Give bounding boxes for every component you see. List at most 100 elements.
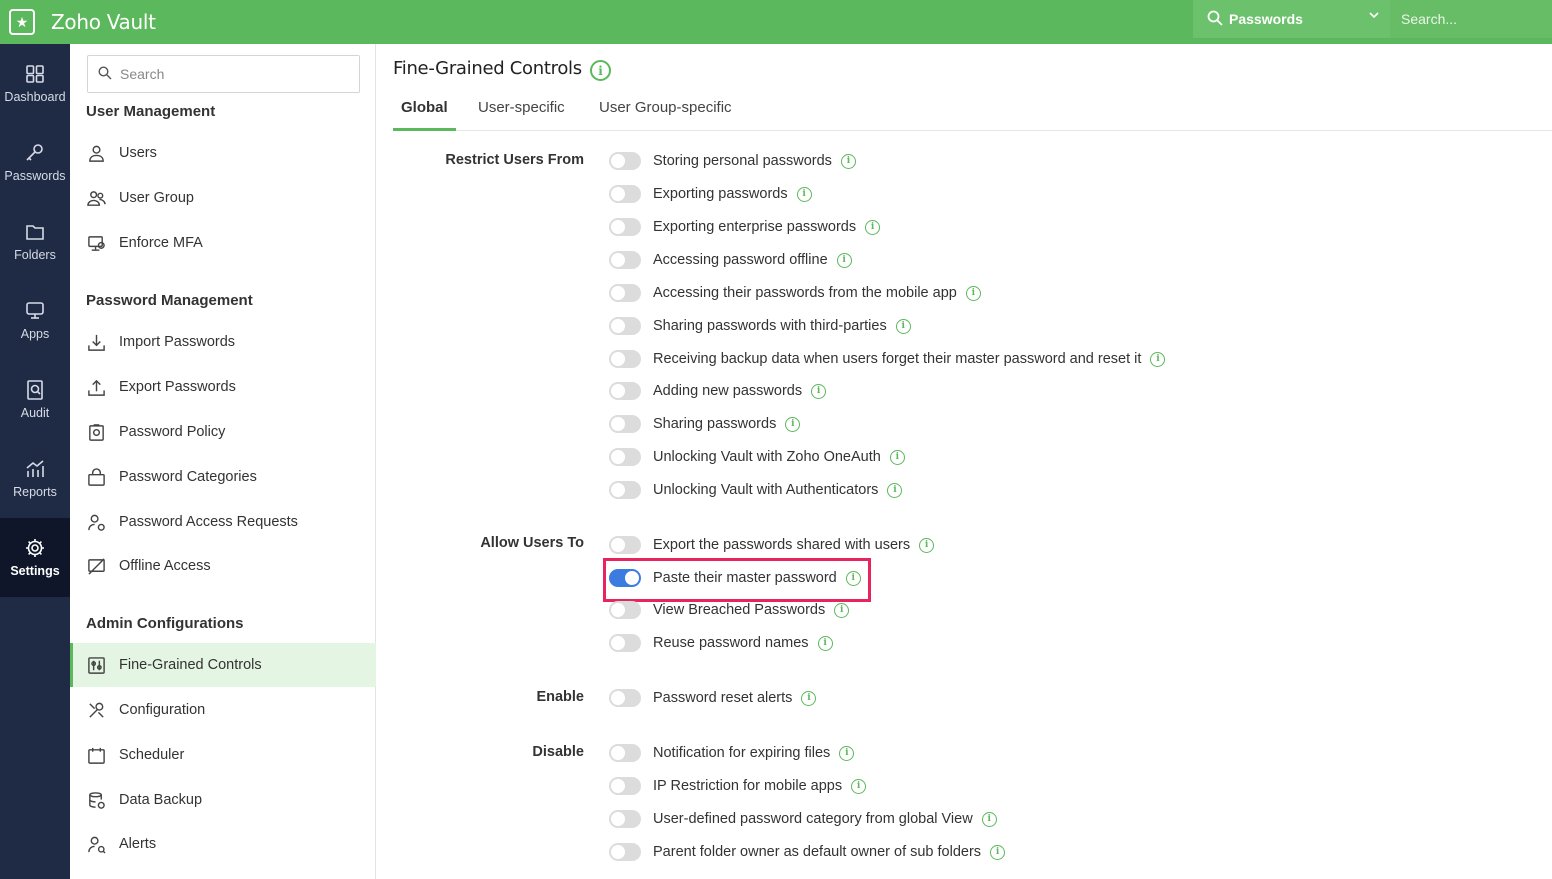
option-row: Password reset alerts i: [609, 687, 817, 709]
tab-global[interactable]: Global: [393, 99, 456, 131]
toggle-switch[interactable]: [609, 536, 641, 554]
page-title: Fine-Grained Controls: [393, 58, 582, 79]
toggle-switch[interactable]: [609, 448, 641, 466]
toggle-switch[interactable]: [609, 689, 641, 707]
search-scope-dropdown[interactable]: Passwords: [1193, 0, 1390, 38]
sidebar-item-enforce-mfa[interactable]: Enforce MFA: [70, 221, 376, 265]
rail-item-audit[interactable]: Audit: [0, 360, 70, 439]
info-icon[interactable]: i: [887, 482, 903, 498]
sidebar-item-offline-access[interactable]: Offline Access: [70, 544, 376, 588]
info-icon[interactable]: i: [811, 383, 827, 399]
sidebar-item-configuration[interactable]: Configuration: [70, 688, 376, 732]
sidebar-item-label: Data Backup: [119, 792, 203, 808]
sidebar-item-export-passwords[interactable]: Export Passwords: [70, 365, 376, 409]
option-row: Exporting enterprise passwords i: [609, 216, 881, 238]
sidebar-search-placeholder: Search: [120, 66, 165, 82]
toggle-switch[interactable]: [609, 415, 641, 433]
toggle-switch[interactable]: [609, 744, 641, 762]
toggle-switch[interactable]: [609, 843, 641, 861]
tab-user-group-specific[interactable]: User Group-specific: [599, 99, 732, 131]
user-icon: [86, 143, 106, 163]
info-icon[interactable]: i: [839, 745, 855, 761]
info-icon[interactable]: i: [590, 60, 611, 81]
sidebar-item-label: Password Access Requests: [119, 514, 298, 530]
option-row: Sharing passwords i: [609, 413, 801, 435]
info-icon[interactable]: i: [836, 252, 852, 268]
sidebar-item-label: Users: [119, 145, 157, 161]
option-label: Exporting enterprise passwords: [653, 219, 857, 235]
info-icon[interactable]: i: [1150, 351, 1166, 367]
sidebar-item-label: Enforce MFA: [119, 235, 203, 251]
info-icon[interactable]: i: [965, 285, 981, 301]
sidebar-item-label: Import Passwords: [119, 334, 236, 350]
option-row: Accessing their passwords from the mobil…: [609, 282, 981, 304]
option-row: Adding new passwords i: [609, 380, 827, 402]
rail-label: Audit: [20, 406, 50, 420]
section-heading-password-management: Password Management: [86, 292, 253, 309]
sidebar-item-label: Export Passwords: [119, 379, 236, 395]
toggle-switch[interactable]: [609, 481, 641, 499]
option-row: Export the passwords shared with users i: [609, 534, 935, 556]
info-icon[interactable]: i: [981, 811, 997, 827]
info-icon[interactable]: i: [834, 602, 850, 618]
rail-item-settings[interactable]: Settings: [0, 518, 70, 597]
option-label: Password reset alerts: [653, 690, 793, 706]
info-icon[interactable]: i: [895, 318, 911, 334]
rail-item-dashboard[interactable]: Dashboard: [0, 44, 70, 123]
toggle-switch[interactable]: [609, 777, 641, 795]
info-icon[interactable]: i: [919, 537, 935, 553]
info-icon[interactable]: i: [889, 449, 905, 465]
toggle-switch[interactable]: [609, 634, 641, 652]
sidebar-item-label: Password Categories: [119, 469, 257, 485]
sidebar-item-password-access-requests[interactable]: Password Access Requests: [70, 500, 376, 544]
toggle-switch[interactable]: [609, 284, 641, 302]
sidebar-item-import-passwords[interactable]: Import Passwords: [70, 320, 376, 364]
info-icon[interactable]: i: [801, 690, 817, 706]
option-row: Notification for expiring files i: [609, 742, 855, 764]
option-label: Notification for expiring files: [653, 745, 831, 761]
sidebar-item-scheduler[interactable]: Scheduler: [70, 733, 376, 777]
info-icon[interactable]: i: [851, 778, 867, 794]
info-icon[interactable]: i: [840, 153, 856, 169]
zoho-vault-logo-icon[interactable]: ★: [9, 9, 35, 35]
info-icon[interactable]: i: [990, 844, 1006, 860]
option-label: Reuse password names: [653, 635, 809, 651]
toggle-switch[interactable]: [609, 251, 641, 269]
rail-item-apps[interactable]: Apps: [0, 281, 70, 360]
info-icon[interactable]: i: [865, 219, 881, 235]
sidebar-item-fine-grained-controls[interactable]: Fine-Grained Controls: [70, 643, 376, 687]
info-icon[interactable]: i: [796, 186, 812, 202]
rail-item-passwords[interactable]: Passwords: [0, 123, 70, 202]
toggle-switch[interactable]: [609, 218, 641, 236]
sidebar-item-user-group[interactable]: User Group: [70, 176, 376, 220]
info-icon[interactable]: i: [785, 416, 801, 432]
group-label-restrict-users-from: Restrict Users From: [445, 152, 584, 168]
option-label: Sharing passwords: [653, 416, 777, 432]
toggle-switch[interactable]: [609, 810, 641, 828]
toggle-switch[interactable]: [609, 152, 641, 170]
info-icon[interactable]: i: [817, 635, 833, 651]
rail-item-folders[interactable]: Folders: [0, 202, 70, 281]
option-label: Storing personal passwords: [653, 153, 832, 169]
toggle-switch[interactable]: [609, 601, 641, 619]
option-label: IP Restriction for mobile apps: [653, 778, 843, 794]
toggle-switch[interactable]: [609, 185, 641, 203]
user-alert-icon: [86, 834, 106, 854]
rail-item-reports[interactable]: Reports: [0, 439, 70, 518]
option-label: Export the passwords shared with users: [653, 537, 911, 553]
tab-user-specific[interactable]: User-specific: [478, 99, 565, 131]
sidebar-item-password-categories[interactable]: Password Categories: [70, 455, 376, 499]
toggle-switch[interactable]: [609, 350, 641, 368]
sidebar-search-input[interactable]: Search: [87, 55, 360, 93]
sidebar-item-alerts[interactable]: Alerts: [70, 822, 376, 866]
sidebar-item-users[interactable]: Users: [70, 131, 376, 175]
option-label: Unlocking Vault with Authenticators: [653, 482, 879, 498]
option-row: User-defined password category from glob…: [609, 808, 997, 830]
global-search-input[interactable]: Search...: [1390, 0, 1552, 38]
sidebar-item-data-backup[interactable]: Data Backup: [70, 778, 376, 822]
sidebar-item-password-policy[interactable]: Password Policy: [70, 410, 376, 454]
toggle-switch[interactable]: [609, 317, 641, 335]
option-label: Adding new passwords: [653, 383, 803, 399]
group-label-enable: Enable: [536, 689, 584, 705]
toggle-switch[interactable]: [609, 382, 641, 400]
